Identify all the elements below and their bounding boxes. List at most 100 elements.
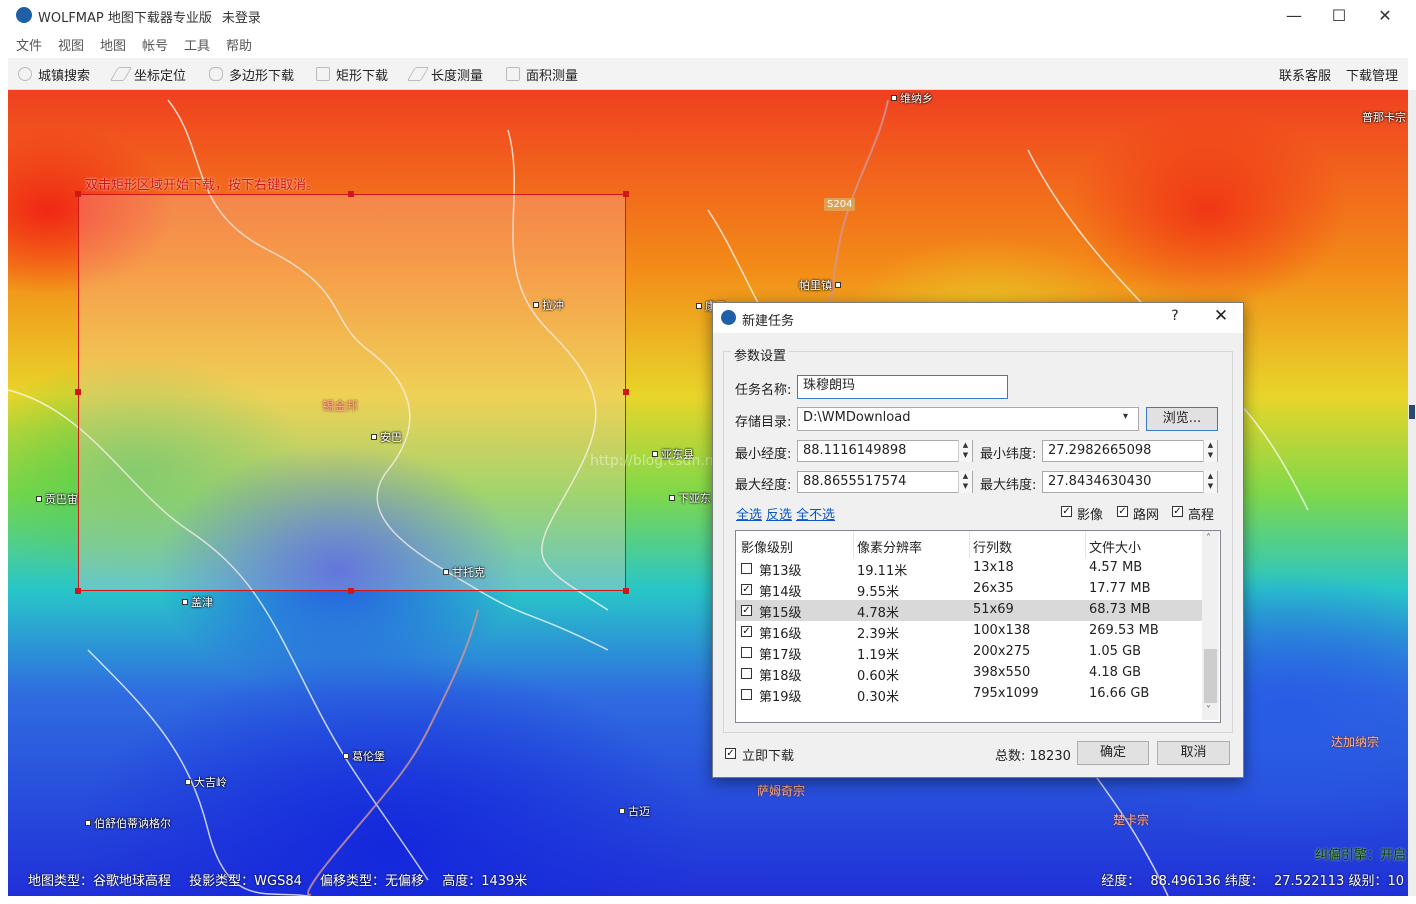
ok-button[interactable]: 确定 [1077,741,1149,765]
immediate-download-checkbox[interactable]: ✓ [725,748,736,759]
min-lat-spinner[interactable]: ▲ ▼ [1203,440,1217,462]
menu-map[interactable]: 地图 [100,35,126,54]
tool-label: 坐标定位 [134,69,187,84]
menu-file[interactable]: 文件 [16,35,42,54]
help-button[interactable]: ? [1165,308,1185,324]
selection-handle[interactable] [75,588,81,594]
coordinate-locate-button[interactable]: 坐标定位 [109,65,187,84]
column-header[interactable]: 文件大小 [1089,537,1141,556]
zoom-level: 级别：10 [1348,874,1404,889]
task-name-input[interactable]: 珠穆朗玛 [797,375,1008,399]
menu-help[interactable]: 帮助 [226,35,252,54]
selection-handle[interactable] [348,588,354,594]
table-row[interactable]: 第13级 19.11米 13x18 4.57 MB [736,558,1202,579]
selection-handle[interactable] [75,191,81,197]
selection-handle[interactable] [623,191,629,197]
min-lat-input[interactable]: 27.2982665098 [1042,440,1218,462]
place-marker [185,779,191,785]
menu-account[interactable]: 帐号 [142,35,168,54]
resolution-cell: 4.78米 [857,606,899,621]
select-all-link[interactable]: 全选 [736,504,762,523]
min-lon-spinner[interactable]: ▲ ▼ [958,440,972,462]
row-checkbox[interactable]: ✓ [741,626,752,637]
close-button[interactable]: ✕ [1362,0,1408,31]
browse-button[interactable]: 浏览... [1146,407,1218,431]
column-divider[interactable] [969,531,970,558]
scrollbar-thumb[interactable] [1409,405,1415,419]
area-measure-button[interactable]: 面积测量 [506,65,578,84]
cancel-button[interactable]: 取消 [1157,741,1230,765]
grid-cell: 398x550 [973,665,1031,680]
table-row[interactable]: 第17级 1.19米 200x275 1.05 GB [736,642,1202,663]
pencil-icon [109,67,133,81]
selection-handle[interactable] [623,389,629,395]
ruler-icon [406,67,430,81]
row-checkbox[interactable] [741,668,752,679]
max-lat-label: 最大纬度: [980,478,1037,493]
maximize-button[interactable]: ☐ [1316,0,1362,31]
rectangle-download-button[interactable]: 矩形下载 [316,65,388,84]
place-marker [371,434,377,440]
correction-engine-status: 纠偏引擎：开启 [1314,848,1406,863]
row-checkbox[interactable]: ✓ [741,605,752,616]
area-icon [506,67,520,81]
resolution-cell: 0.60米 [857,669,899,684]
chevron-down-icon[interactable]: ▾ [1123,411,1128,422]
column-header[interactable]: 像素分辨率 [857,537,922,556]
row-checkbox[interactable] [741,647,752,658]
dialog-close-button[interactable]: ✕ [1209,306,1233,326]
max-lat-input[interactable]: 27.8434630430 [1042,471,1218,493]
size-cell: 269.53 MB [1089,623,1159,638]
menu-view[interactable]: 视图 [58,35,84,54]
table-row[interactable]: ✓ 第15级 4.78米 51x69 68.73 MB [736,600,1202,621]
table-scrollbar-thumb[interactable] [1204,649,1217,703]
column-divider[interactable] [853,531,854,558]
max-lat-spinner[interactable]: ▲ ▼ [1203,471,1217,493]
storage-dir-label: 存储目录: [735,415,792,430]
select-none-link[interactable]: 全不选 [796,504,835,523]
contact-support-button[interactable]: 联系客服 [1279,65,1331,84]
polygon-download-button[interactable]: 多边形下载 [209,65,294,84]
download-manager-button[interactable]: 下载管理 [1346,65,1398,84]
selection-handle[interactable] [75,389,81,395]
table-row[interactable]: ✓ 第14级 9.55米 26x35 17.77 MB [736,579,1202,600]
length-measure-button[interactable]: 长度测量 [406,65,483,84]
grid-cell: 13x18 [973,560,1014,575]
chevron-up-icon[interactable]: ˄ [1206,533,1211,544]
min-lat-label: 最小纬度: [980,447,1037,462]
column-header[interactable]: 行列数 [973,537,1012,556]
vertical-scrollbar[interactable] [1408,90,1416,896]
imagery-checkbox[interactable]: ✓ [1061,506,1072,517]
max-lon-spinner[interactable]: ▲ ▼ [958,471,972,493]
chevron-down-icon[interactable]: ˅ [1206,705,1211,716]
altitude-status: 高度：1439米 [442,874,528,889]
selection-rectangle[interactable] [78,194,626,591]
table-row[interactable]: 第18级 0.60米 398x550 4.18 GB [736,663,1202,684]
tool-label: 多边形下载 [229,69,295,84]
row-checkbox[interactable] [741,689,752,700]
level-cell: 第16级 [759,627,802,642]
max-lon-input[interactable]: 88.8655517574 [797,471,973,493]
roadnet-checkbox[interactable]: ✓ [1117,506,1128,517]
minimize-button[interactable]: — [1271,0,1317,31]
selection-handle[interactable] [623,588,629,594]
column-divider[interactable] [1085,531,1086,558]
storage-dir-select[interactable]: D:\WMDownload [797,407,1139,431]
selection-handle[interactable] [348,191,354,197]
min-lon-input[interactable]: 88.1116149898 [797,440,973,462]
elevation-checkbox[interactable]: ✓ [1172,506,1183,517]
column-header[interactable]: 影像级别 [741,537,793,556]
login-status[interactable]: 未登录 [222,11,261,26]
row-checkbox[interactable]: ✓ [741,584,752,595]
place-label: 普那卡宗 [1362,111,1406,124]
menu-tools[interactable]: 工具 [184,35,210,54]
polygon-icon [209,67,223,81]
table-row[interactable]: 第19级 0.30米 795x1099 16.66 GB [736,684,1202,705]
town-search-button[interactable]: 城镇搜索 [18,65,90,84]
level-cell: 第13级 [759,564,802,579]
immediate-download-label: 立即下载 [742,749,795,764]
invert-selection-link[interactable]: 反选 [766,504,792,523]
size-cell: 68.73 MB [1089,602,1151,617]
table-row[interactable]: ✓ 第16级 2.39米 100x138 269.53 MB [736,621,1202,642]
row-checkbox[interactable] [741,563,752,574]
